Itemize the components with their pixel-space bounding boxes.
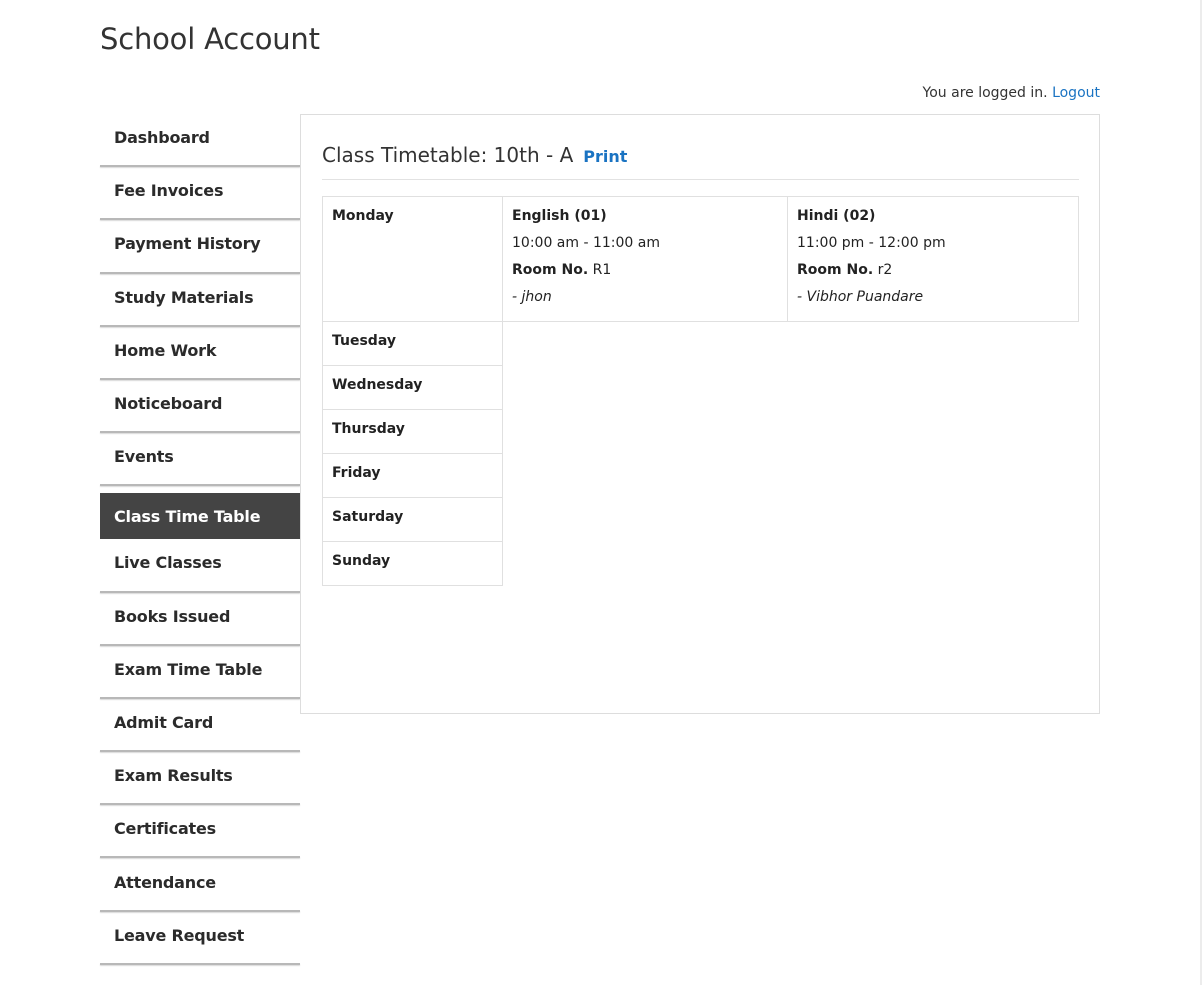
sidebar-item-label: Class Time Table — [114, 506, 261, 526]
period-time: 10:00 am - 11:00 am — [512, 235, 660, 251]
timetable-title: Class Timetable: 10th - A — [322, 143, 574, 167]
sidebar-item-label: Books Issued — [114, 606, 231, 626]
sidebar-item-dashboard[interactable]: Dashboard — [100, 114, 300, 168]
day-cell-monday: Monday — [322, 196, 503, 322]
sidebar-item-label: Study Materials — [114, 287, 254, 307]
room-value: R1 — [592, 262, 612, 278]
day-label: Friday — [332, 465, 381, 481]
period-room: Room No. r2 — [797, 257, 1069, 284]
sidebar-item-class-time-table[interactable]: Class Time Table — [100, 493, 300, 540]
login-status: You are logged in. Logout — [923, 85, 1100, 101]
period-cell: English (01) 10:00 am - 11:00 am Room No… — [502, 196, 788, 322]
day-label: Thursday — [332, 421, 405, 437]
sidebar-item-payment-history[interactable]: Payment History — [100, 220, 300, 274]
sidebar-item-label: Dashboard — [114, 128, 210, 148]
period-cell: Hindi (02) 11:00 pm - 12:00 pm Room No. … — [787, 196, 1079, 322]
page-title: School Account — [100, 22, 320, 56]
day-cell-thursday: Thursday — [322, 409, 503, 454]
sidebar-item-label: Exam Results — [114, 766, 233, 786]
table-row: Tuesday — [322, 321, 1079, 366]
sidebar-item-leave-request[interactable]: Leave Request — [100, 912, 300, 966]
day-cell-tuesday: Tuesday — [322, 321, 503, 366]
table-row: Saturday — [322, 497, 1079, 542]
print-link[interactable]: Print — [583, 147, 627, 166]
sidebar-item-label: Fee Invoices — [114, 181, 224, 201]
sidebar-item-exam-time-table[interactable]: Exam Time Table — [100, 646, 300, 700]
sidebar-item-noticeboard[interactable]: Noticeboard — [100, 380, 300, 434]
sidebar-item-label: Noticeboard — [114, 394, 223, 414]
sidebar-item-study-materials[interactable]: Study Materials — [100, 274, 300, 327]
day-cell-saturday: Saturday — [322, 497, 503, 542]
sidebar-item-label: Events — [114, 447, 174, 467]
day-label: Wednesday — [332, 377, 423, 393]
sidebar-item-home-work[interactable]: Home Work — [100, 327, 300, 381]
sidebar-item-label: Exam Time Table — [114, 659, 263, 679]
period-subject: English (01) — [512, 208, 607, 224]
timetable-panel: Class Timetable: 10th - A Print Monday E… — [300, 114, 1100, 714]
logout-link[interactable]: Logout — [1052, 85, 1100, 101]
day-cell-friday: Friday — [322, 453, 503, 498]
room-label: Room No. — [512, 262, 589, 278]
login-status-text: You are logged in. — [922, 85, 1048, 101]
period-room: Room No. R1 — [512, 257, 778, 284]
sidebar-item-admit-card[interactable]: Admit Card — [100, 699, 300, 753]
sidebar-item-attendance[interactable]: Attendance — [100, 858, 300, 912]
period-teacher: - Vibhor Puandare — [797, 289, 924, 305]
table-row: Friday — [322, 453, 1079, 498]
sidebar-item-label: Certificates — [114, 819, 216, 839]
sidebar-item-label: Home Work — [114, 340, 217, 360]
panel-header: Class Timetable: 10th - A Print — [322, 143, 1079, 180]
sidebar-item-label: Attendance — [114, 872, 216, 892]
period-teacher: - jhon — [512, 289, 552, 305]
table-row: Sunday — [322, 541, 1079, 586]
day-label: Sunday — [332, 553, 391, 569]
sidebar-item-books-issued[interactable]: Books Issued — [100, 593, 300, 646]
sidebar-item-label: Leave Request — [114, 925, 245, 945]
sidebar-item-certificates[interactable]: Certificates — [100, 805, 300, 859]
period-subject: Hindi (02) — [797, 208, 876, 224]
table-row: Monday English (01) 10:00 am - 11:00 am … — [322, 196, 1079, 322]
table-row: Wednesday — [322, 365, 1079, 410]
sidebar-item-label: Admit Card — [114, 712, 214, 732]
sidebar-item-live-classes[interactable]: Live Classes — [100, 539, 300, 593]
sidebar-item-label: Payment History — [114, 234, 261, 254]
table-row: Thursday — [322, 409, 1079, 454]
period-time: 11:00 pm - 12:00 pm — [797, 235, 946, 251]
day-label: Tuesday — [332, 333, 396, 349]
sidebar-item-events[interactable]: Events — [100, 433, 300, 487]
room-value: r2 — [877, 262, 893, 278]
sidebar-item-exam-results[interactable]: Exam Results — [100, 752, 300, 806]
room-label: Room No. — [797, 262, 874, 278]
sidebar-item-label: Live Classes — [114, 553, 222, 573]
day-label: Monday — [332, 208, 394, 224]
day-cell-wednesday: Wednesday — [322, 365, 503, 410]
day-label: Saturday — [332, 509, 404, 525]
sidebar-item-fee-invoices[interactable]: Fee Invoices — [100, 167, 300, 221]
day-cell-sunday: Sunday — [322, 541, 503, 586]
sidebar-nav: Dashboard Fee Invoices Payment History S… — [100, 114, 300, 966]
timetable-table: Monday English (01) 10:00 am - 11:00 am … — [322, 196, 1079, 586]
